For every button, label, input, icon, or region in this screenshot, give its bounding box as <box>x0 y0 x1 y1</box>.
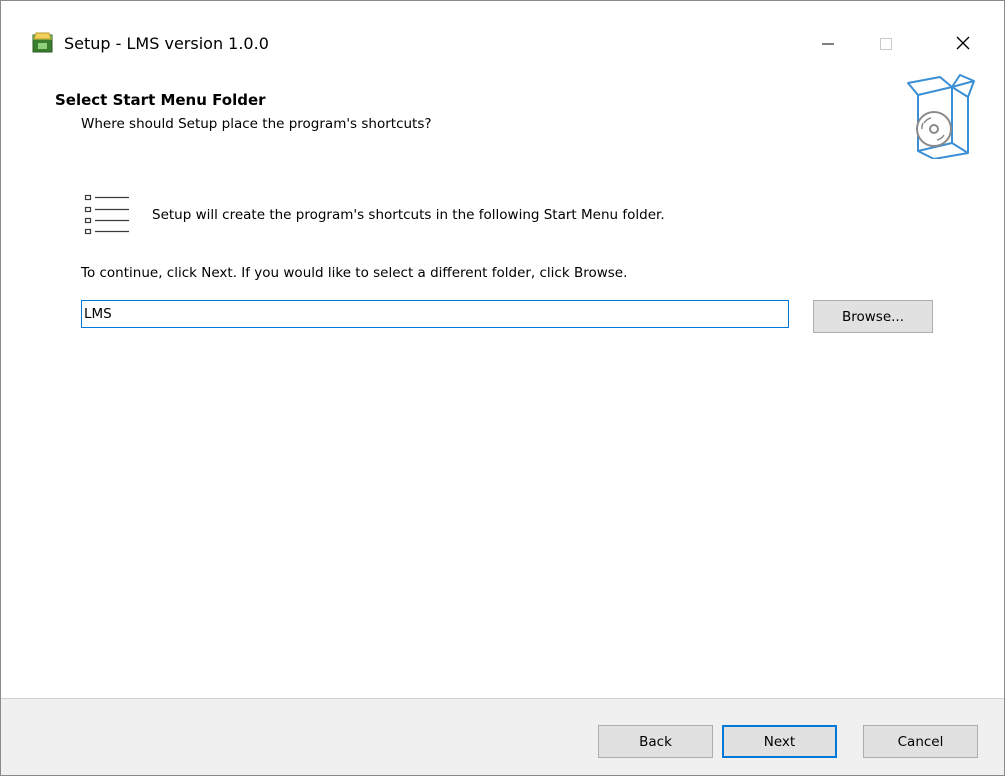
next-button[interactable]: Next <box>722 725 837 758</box>
maximize-icon <box>879 36 893 55</box>
info-text: Setup will create the program's shortcut… <box>152 207 665 223</box>
installer-app-icon <box>32 32 53 53</box>
browse-button[interactable]: Browse... <box>813 300 933 333</box>
close-icon <box>955 35 971 55</box>
start-menu-folder-input[interactable] <box>81 300 789 328</box>
back-button[interactable]: Back <box>598 725 713 758</box>
minimize-button[interactable] <box>805 23 851 67</box>
minimize-icon <box>821 36 835 55</box>
page-title: Select Start Menu Folder <box>55 91 266 109</box>
title-bar[interactable]: Setup - LMS version 1.0.0 <box>1 1 1004 79</box>
cancel-button[interactable]: Cancel <box>863 725 978 758</box>
shortcut-list-icon <box>83 191 131 239</box>
button-bar: Back Next Cancel <box>1 698 1004 775</box>
maximize-button[interactable] <box>863 23 909 67</box>
close-button[interactable] <box>940 23 986 67</box>
setup-window: Setup - LMS version 1.0.0 Select Start M… <box>0 0 1005 776</box>
page-subtitle: Where should Setup place the program's s… <box>81 116 432 132</box>
software-box-icon <box>904 73 976 160</box>
window-title: Setup - LMS version 1.0.0 <box>64 34 269 53</box>
instructions-text: To continue, click Next. If you would li… <box>81 265 628 281</box>
